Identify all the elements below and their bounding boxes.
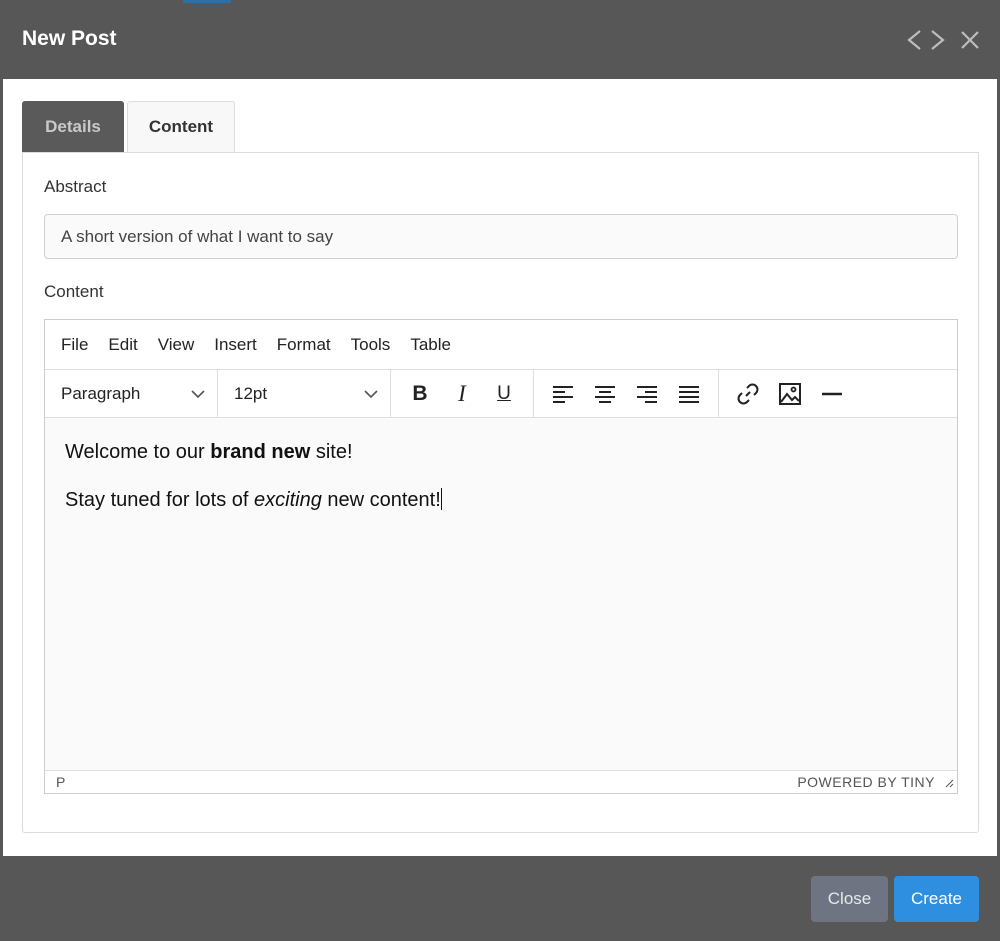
rich-text-editor: File Edit View Insert Format Tools Table… (44, 319, 958, 794)
menu-tools[interactable]: Tools (351, 335, 391, 355)
font-size-value: 12pt (234, 383, 268, 403)
text-run: Welcome to our (65, 441, 211, 463)
align-left-button[interactable] (542, 376, 584, 412)
text-cursor (440, 488, 442, 510)
horizontal-rule-icon (822, 392, 842, 395)
modal-body: Details Content Abstract Content File Ed… (3, 79, 997, 856)
content-label: Content (44, 282, 104, 301)
italic-button[interactable]: I (441, 376, 483, 412)
text-run: site! (310, 441, 353, 463)
editor-content-area[interactable]: Welcome to our brand new site! Stay tune… (45, 418, 957, 770)
insert-link-button[interactable] (727, 376, 769, 412)
modal-footer: Close Create (0, 856, 1000, 941)
block-format-select[interactable]: Paragraph (45, 370, 218, 417)
abstract-label: Abstract (44, 177, 107, 196)
menu-edit[interactable]: Edit (108, 335, 137, 355)
menu-file[interactable]: File (61, 335, 88, 355)
element-path[interactable]: P (56, 774, 65, 790)
insert-group (719, 370, 861, 417)
close-icon[interactable] (960, 30, 980, 50)
tab-content[interactable]: Content (127, 101, 235, 152)
menu-view[interactable]: View (158, 335, 195, 355)
powered-by-link[interactable]: POWERED BY TINY (797, 774, 935, 790)
menu-insert[interactable]: Insert (214, 335, 257, 355)
align-center-icon (595, 385, 615, 403)
bold-button[interactable]: B (399, 376, 441, 412)
insert-image-button[interactable] (769, 376, 811, 412)
chevron-down-icon (364, 384, 378, 404)
tab-bar: Details Content (22, 101, 235, 152)
underline-button[interactable]: U (483, 376, 525, 412)
align-right-icon (637, 385, 657, 403)
menu-format[interactable]: Format (277, 335, 331, 355)
align-justify-button[interactable] (668, 376, 710, 412)
text-style-group: B I U (391, 370, 534, 417)
editor-menubar: File Edit View Insert Format Tools Table (45, 320, 957, 369)
text-run: new content! (321, 489, 441, 511)
close-button[interactable]: Close (811, 876, 888, 922)
abstract-input[interactable] (44, 214, 958, 259)
horizontal-rule-button[interactable] (811, 376, 853, 412)
header-actions (906, 28, 980, 52)
new-post-modal: New Post Details Content Abstract Conten… (0, 0, 1000, 941)
code-icon[interactable] (906, 28, 946, 52)
italic-text-run: exciting (254, 489, 322, 511)
menu-table[interactable]: Table (410, 335, 451, 355)
alignment-group (534, 370, 719, 417)
link-icon (737, 383, 759, 404)
editor-toolbar: Paragraph 12pt B I U (45, 369, 957, 418)
align-left-icon (553, 385, 573, 403)
image-icon (779, 382, 801, 405)
font-size-select[interactable]: 12pt (218, 370, 391, 417)
modal-title: New Post (22, 27, 117, 50)
chevron-down-icon (191, 384, 205, 404)
align-center-button[interactable] (584, 376, 626, 412)
modal-header: New Post (0, 0, 1000, 79)
editor-statusbar: P POWERED BY TINY (45, 770, 957, 793)
bold-text-run: brand new (210, 441, 311, 463)
italic-icon: I (458, 380, 466, 406)
resize-handle-icon[interactable] (944, 775, 954, 791)
content-paragraph: Stay tuned for lots of exciting new cont… (65, 488, 937, 512)
align-right-button[interactable] (626, 376, 668, 412)
block-format-value: Paragraph (61, 383, 141, 403)
tab-details[interactable]: Details (22, 101, 124, 152)
text-run: Stay tuned for lots of (65, 489, 254, 511)
content-tab-panel: Abstract Content File Edit View Insert F… (22, 152, 979, 833)
align-justify-icon (679, 385, 699, 403)
create-button[interactable]: Create (894, 876, 979, 922)
content-paragraph: Welcome to our brand new site! (65, 440, 937, 464)
bold-icon: B (412, 381, 428, 405)
top-accent-bar (183, 0, 231, 3)
underline-icon: U (497, 382, 511, 404)
